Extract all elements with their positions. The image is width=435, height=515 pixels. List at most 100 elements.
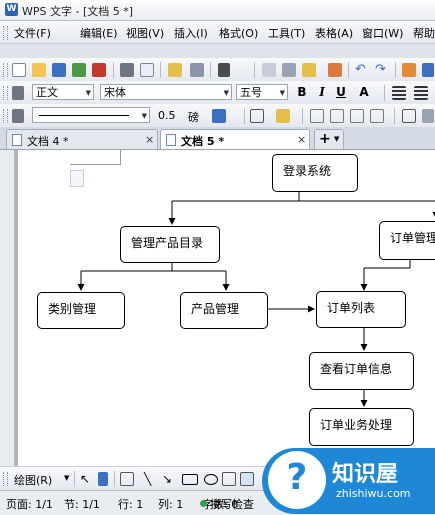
status-col: 列: 1 <box>158 498 184 511</box>
toolbar-grip[interactable] <box>3 472 8 486</box>
rotate-icon[interactable] <box>98 472 108 486</box>
copy-icon[interactable] <box>262 63 276 77</box>
border-icon[interactable] <box>250 109 264 123</box>
textbox-tool-icon[interactable] <box>222 472 236 486</box>
menu-insert[interactable]: 插入(I) <box>174 25 208 41</box>
toolbar-separator <box>244 108 245 124</box>
vertical-textbox-icon[interactable] <box>240 472 254 486</box>
status-page: 页面: 1/1 <box>6 498 53 511</box>
chevron-down-icon: ▼ <box>223 89 229 97</box>
paste-icon[interactable] <box>302 63 316 77</box>
open-folder-icon[interactable] <box>32 63 46 77</box>
page-break-icon[interactable] <box>190 63 204 77</box>
save-icon[interactable] <box>52 63 66 77</box>
bold-button[interactable]: B <box>294 85 310 99</box>
text-box-icon[interactable] <box>402 109 416 123</box>
menu-window[interactable]: 窗口(W) <box>362 25 403 41</box>
export-pdf-icon[interactable] <box>92 63 106 77</box>
draw-menu-button[interactable]: 绘图(R) <box>14 472 52 488</box>
redo-icon[interactable]: ↷ <box>375 63 389 77</box>
autoshapes-icon[interactable] <box>120 472 134 486</box>
flowchart-node-order-process[interactable]: 订单业务处理 <box>309 408 414 446</box>
insert-object-icon[interactable] <box>168 63 182 77</box>
chevron-down-icon: ▼ <box>279 89 285 97</box>
style-combo[interactable]: 正文 ▼ <box>32 84 94 100</box>
new-tab-button[interactable]: + ▼ <box>314 129 344 149</box>
styles-icon[interactable] <box>12 86 24 100</box>
menu-help[interactable]: 帮助 <box>413 25 435 41</box>
drawing-properties-toolbar: ▼ 0.5 磅 <box>0 104 435 129</box>
document-icon <box>12 134 22 146</box>
fill-color-icon[interactable] <box>276 109 290 123</box>
arrange-icon[interactable] <box>350 109 364 123</box>
underline-button[interactable]: U <box>333 85 349 99</box>
plus-icon: + <box>319 131 331 147</box>
chart-icon[interactable] <box>422 63 434 77</box>
watermark-url: zhishiwu.com <box>336 487 411 500</box>
flowchart-node-order-list[interactable]: 订单列表 <box>316 291 406 328</box>
toolbar-grip[interactable] <box>3 86 8 100</box>
cut-icon[interactable] <box>282 63 296 77</box>
shadow-style-icon[interactable] <box>310 109 324 123</box>
toolbar-separator <box>348 62 349 78</box>
line-style-combo[interactable]: ▼ <box>32 107 150 123</box>
flowchart-node-login[interactable]: 登录系统 <box>272 154 358 192</box>
node-label: 订单管理 <box>390 231 435 245</box>
export-icon[interactable] <box>72 63 86 77</box>
flowchart-node-view-order[interactable]: 查看订单信息 <box>309 352 414 390</box>
document-page[interactable]: 登录系统 管理产品目录 订单管理 类别管理 产品管理 订单列表 查看订单信息 订… <box>18 150 435 466</box>
menu-tools[interactable]: 工具(T) <box>268 25 305 41</box>
print-icon[interactable] <box>120 63 134 77</box>
toolbar-grip[interactable] <box>3 63 8 77</box>
new-document-icon[interactable] <box>12 63 26 77</box>
font-combo[interactable]: 宋体 ▼ <box>100 84 232 100</box>
tab-document-4[interactable]: 文档 4 * × <box>6 129 158 149</box>
font-value: 宋体 <box>104 86 126 99</box>
more-options-icon[interactable] <box>422 109 434 123</box>
table-icon[interactable] <box>402 63 416 77</box>
select-pointer-icon[interactable]: ↖ <box>80 472 94 486</box>
flowchart-node-order-mgmt[interactable]: 订单管理 <box>379 221 435 260</box>
close-icon[interactable]: × <box>145 133 154 146</box>
align-left-icon[interactable] <box>392 86 406 100</box>
question-mark-icon: ? <box>286 457 308 498</box>
node-label: 订单列表 <box>327 301 376 315</box>
print-preview-icon[interactable] <box>140 63 154 77</box>
tab-label: 文档 5 * <box>181 135 225 148</box>
font-size-value: 五号 <box>240 86 262 99</box>
arrow-tool-icon[interactable]: ↘ <box>162 472 176 486</box>
line-tool-icon[interactable]: ╲ <box>144 472 158 486</box>
char-scale-button[interactable]: A <box>356 85 372 99</box>
wrap-text-icon[interactable] <box>370 109 384 123</box>
tab-document-5[interactable]: 文档 5 * × <box>160 129 310 149</box>
rectangle-tool-icon[interactable] <box>182 474 198 485</box>
menu-view[interactable]: 视图(V) <box>126 25 164 41</box>
toolbar-separator <box>210 62 211 78</box>
line-style-preview <box>39 115 129 116</box>
menu-edit[interactable]: 编辑(E) <box>80 25 118 41</box>
3d-style-icon[interactable] <box>330 109 344 123</box>
menu-format[interactable]: 格式(O) <box>219 25 258 41</box>
format-painter-icon[interactable] <box>328 63 342 77</box>
undo-icon[interactable]: ↶ <box>355 63 369 77</box>
line-color-icon[interactable] <box>212 109 226 123</box>
menu-file[interactable]: 文件(F) <box>14 25 51 41</box>
flowchart-node-product-mgmt[interactable]: 产品管理 <box>180 292 268 329</box>
title-bar: W WPS 文字 - [文档 5 *] <box>0 0 435 21</box>
flowchart-node-manage-catalog[interactable]: 管理产品目录 <box>120 226 220 263</box>
shape-style-icon[interactable] <box>12 109 24 123</box>
menu-table[interactable]: 表格(A) <box>315 25 353 41</box>
traditional-chinese-icon[interactable] <box>218 63 230 77</box>
align-center-icon[interactable] <box>414 86 428 100</box>
line-width-value[interactable]: 0.5 <box>158 109 176 122</box>
wps-writer-icon: W <box>5 3 18 16</box>
italic-button[interactable]: I <box>314 85 330 99</box>
ellipse-tool-icon[interactable] <box>204 474 218 485</box>
menubar-grip[interactable] <box>3 26 8 40</box>
flowchart-node-category-mgmt[interactable]: 类别管理 <box>37 292 125 329</box>
toolbar-grip[interactable] <box>3 109 8 123</box>
node-label: 查看订单信息 <box>320 362 393 376</box>
font-size-combo[interactable]: 五号 ▼ <box>236 84 288 100</box>
close-icon[interactable]: × <box>297 133 306 146</box>
status-spell-check[interactable]: 拼写检查 <box>210 496 254 512</box>
